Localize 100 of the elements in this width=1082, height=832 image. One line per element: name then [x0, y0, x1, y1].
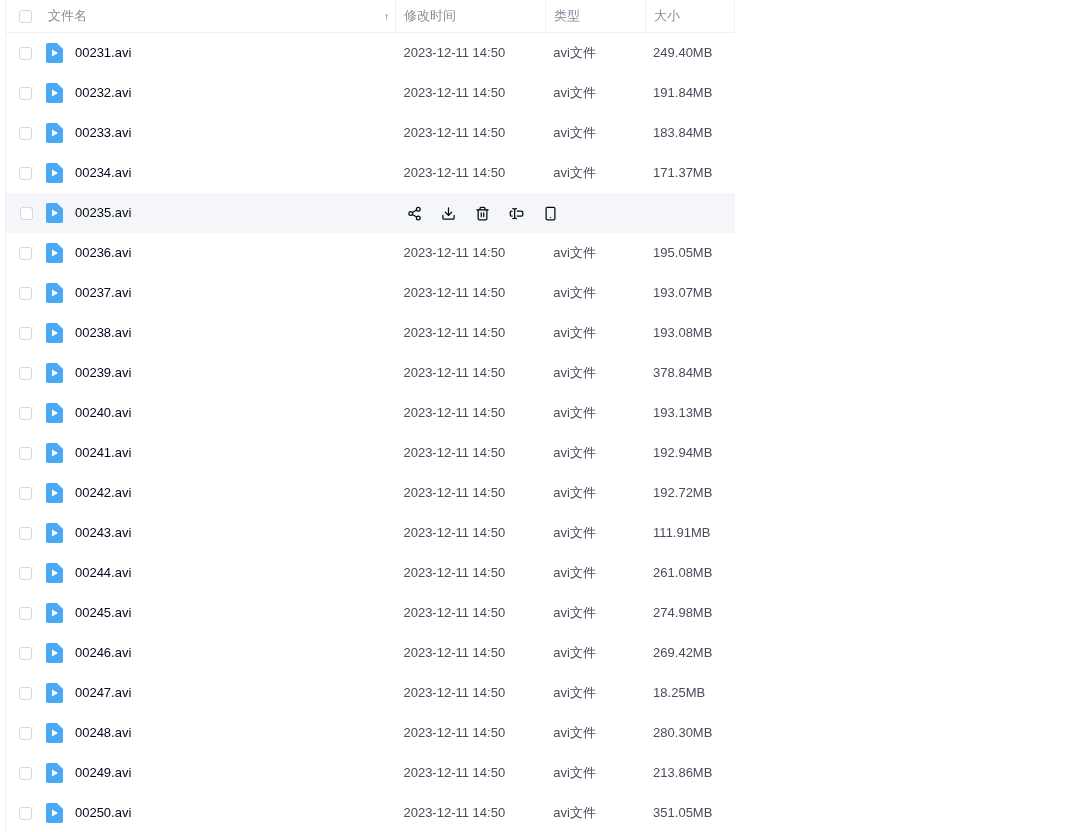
file-type: avi文件 — [553, 45, 596, 61]
checkbox[interactable] — [19, 246, 33, 260]
file-size: 261.08MB — [653, 565, 713, 581]
file-name[interactable]: 00248.avi — [74, 723, 132, 743]
video-file-icon — [45, 243, 63, 263]
file-size: 193.08MB — [653, 325, 713, 341]
text-cursor-icon — [508, 205, 524, 221]
file-name[interactable]: 00245.avi — [74, 603, 132, 623]
checkbox[interactable] — [19, 766, 33, 780]
checkbox[interactable] — [19, 166, 33, 180]
file-name[interactable]: 00235.avi — [75, 203, 132, 223]
file-name[interactable]: 00237.avi — [74, 283, 132, 303]
checkbox[interactable] — [19, 726, 33, 740]
file-size: 195.05MB — [653, 245, 713, 261]
modified-time: 2023-12-11 14:50 — [403, 325, 506, 341]
file-size: 18.25MB — [653, 685, 706, 701]
file-size: 378.84MB — [653, 365, 713, 381]
column-header[interactable]: 大小 — [654, 6, 681, 26]
modified-time: 2023-12-11 14:50 — [403, 245, 506, 261]
modified-time: 2023-12-11 14:50 — [403, 405, 506, 421]
file-size: 249.40MB — [653, 45, 713, 61]
checkbox[interactable] — [19, 446, 33, 460]
file-name[interactable]: 00231.avi — [74, 43, 132, 63]
checkbox[interactable] — [19, 46, 33, 60]
file-type: avi文件 — [553, 405, 596, 421]
column-header[interactable]: 类型 — [554, 6, 581, 26]
file-name[interactable]: 00240.avi — [74, 403, 132, 423]
file-size: 183.84MB — [653, 125, 713, 141]
video-file-icon — [45, 83, 63, 103]
file-type: avi文件 — [553, 125, 596, 141]
checkbox[interactable] — [19, 366, 33, 380]
checkbox[interactable] — [19, 646, 33, 660]
file-name[interactable]: 00234.avi — [74, 163, 132, 183]
checkbox[interactable] — [19, 126, 33, 140]
checkbox[interactable] — [19, 406, 33, 420]
video-file-icon — [45, 803, 63, 823]
file-name[interactable]: 00250.avi — [74, 803, 132, 823]
checkbox[interactable] — [19, 566, 33, 580]
file-type: avi文件 — [553, 85, 596, 101]
file-size: 193.13MB — [653, 405, 713, 421]
column-header[interactable]: 文件名 — [47, 6, 87, 26]
file-type: avi文件 — [553, 605, 596, 621]
file-type: avi文件 — [553, 285, 596, 301]
file-name[interactable]: 00238.avi — [74, 323, 132, 343]
file-type: avi文件 — [553, 565, 596, 581]
modified-time: 2023-12-11 14:50 — [403, 685, 506, 701]
checkbox[interactable] — [19, 86, 33, 100]
modified-time: 2023-12-11 14:50 — [403, 565, 506, 581]
modified-time: 2023-12-11 14:50 — [403, 165, 506, 181]
file-row[interactable]: 00235.avi — [6, 193, 735, 233]
file-size: 191.84MB — [653, 85, 713, 101]
file-name[interactable]: 00249.avi — [74, 763, 132, 783]
file-name[interactable]: 00242.avi — [74, 483, 132, 503]
video-file-icon — [45, 683, 63, 703]
file-name[interactable]: 00247.avi — [74, 683, 132, 703]
video-file-icon — [45, 523, 63, 543]
file-size: 269.42MB — [653, 645, 713, 661]
file-name[interactable]: 00233.avi — [74, 123, 132, 143]
modified-time: 2023-12-11 14:50 — [403, 765, 506, 781]
modified-time: 2023-12-11 14:50 — [403, 45, 506, 61]
modified-time: 2023-12-11 14:50 — [403, 525, 506, 541]
checkbox[interactable] — [19, 9, 33, 23]
file-type: avi文件 — [553, 445, 596, 461]
modified-time: 2023-12-11 14:50 — [403, 125, 506, 141]
file-type: avi文件 — [553, 365, 596, 381]
checkbox[interactable] — [19, 686, 33, 700]
file-size: 351.05MB — [653, 805, 713, 821]
checkbox[interactable] — [19, 486, 33, 500]
file-name[interactable]: 00232.avi — [74, 83, 132, 103]
video-file-icon — [45, 283, 63, 303]
video-file-icon — [45, 363, 63, 383]
modified-time: 2023-12-11 14:50 — [403, 485, 506, 501]
file-size: 111.91MB — [653, 525, 711, 541]
column-header[interactable]: 修改时间 — [404, 6, 457, 26]
modified-time: 2023-12-11 14:50 — [403, 605, 506, 621]
checkbox[interactable] — [19, 326, 33, 340]
video-file-icon — [45, 163, 63, 183]
modified-time: 2023-12-11 14:50 — [403, 805, 506, 821]
file-name[interactable]: 00236.avi — [74, 243, 132, 263]
file-type: avi文件 — [553, 245, 596, 261]
file-name[interactable]: 00239.avi — [74, 363, 132, 383]
file-name[interactable]: 00241.avi — [74, 443, 132, 463]
download-icon — [440, 205, 456, 221]
checkbox[interactable] — [19, 606, 33, 620]
modified-time: 2023-12-11 14:50 — [403, 285, 506, 301]
file-name[interactable]: 00246.avi — [74, 643, 132, 663]
video-file-icon — [45, 563, 63, 583]
file-type: avi文件 — [553, 765, 596, 781]
file-type: avi文件 — [553, 805, 596, 821]
checkbox[interactable] — [19, 286, 33, 300]
modified-time: 2023-12-11 14:50 — [403, 85, 506, 101]
checkbox[interactable] — [19, 806, 33, 820]
modified-time: 2023-12-11 14:50 — [403, 365, 506, 381]
modified-time: 2023-12-11 14:50 — [403, 645, 506, 661]
modified-time: 2023-12-11 14:50 — [403, 445, 506, 461]
checkbox[interactable] — [19, 526, 33, 540]
modified-time: 2023-12-11 14:50 — [403, 725, 506, 741]
file-name[interactable]: 00243.avi — [74, 523, 132, 543]
checkbox[interactable] — [19, 206, 33, 220]
file-name[interactable]: 00244.avi — [74, 563, 132, 583]
